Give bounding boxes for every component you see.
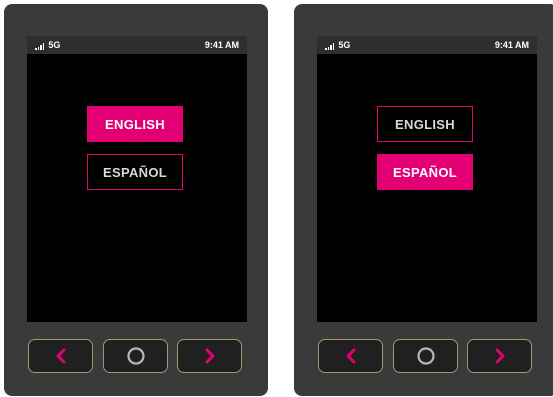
status-time: 9:41 AM [494,40,529,50]
status-bar: 5G 9:41 AM [27,36,247,54]
chevron-left-icon [56,348,65,364]
chevron-right-icon [205,348,214,364]
forward-button[interactable] [467,339,532,373]
chevron-right-icon [495,348,504,364]
status-bar: 5G 9:41 AM [317,36,537,54]
english-button[interactable]: ENGLISH [87,106,183,142]
network-type: 5G [338,40,351,50]
forward-button[interactable] [177,339,242,373]
device-english-selected: 5G 9:41 AM ENGLISH ESPAÑOL [4,4,268,396]
signal-strength-icon [35,43,45,50]
status-time: 9:41 AM [204,40,239,50]
english-button[interactable]: ENGLISH [377,106,473,142]
signal-strength-icon [325,43,335,50]
espanol-button[interactable]: ESPAÑOL [377,154,473,190]
chevron-left-icon [346,348,355,364]
home-circle-icon [416,347,435,365]
home-button[interactable] [393,339,458,373]
home-circle-icon [126,347,145,365]
device-screen: 5G 9:41 AM ENGLISH ESPAÑOL [317,36,537,322]
network-type: 5G [48,40,61,50]
espanol-button[interactable]: ESPAÑOL [87,154,183,190]
device-screen: 5G 9:41 AM ENGLISH ESPAÑOL [27,36,247,322]
device-espanol-selected: 5G 9:41 AM ENGLISH ESPAÑOL [294,4,553,396]
home-button[interactable] [103,339,168,373]
back-button[interactable] [28,339,93,373]
back-button[interactable] [318,339,383,373]
